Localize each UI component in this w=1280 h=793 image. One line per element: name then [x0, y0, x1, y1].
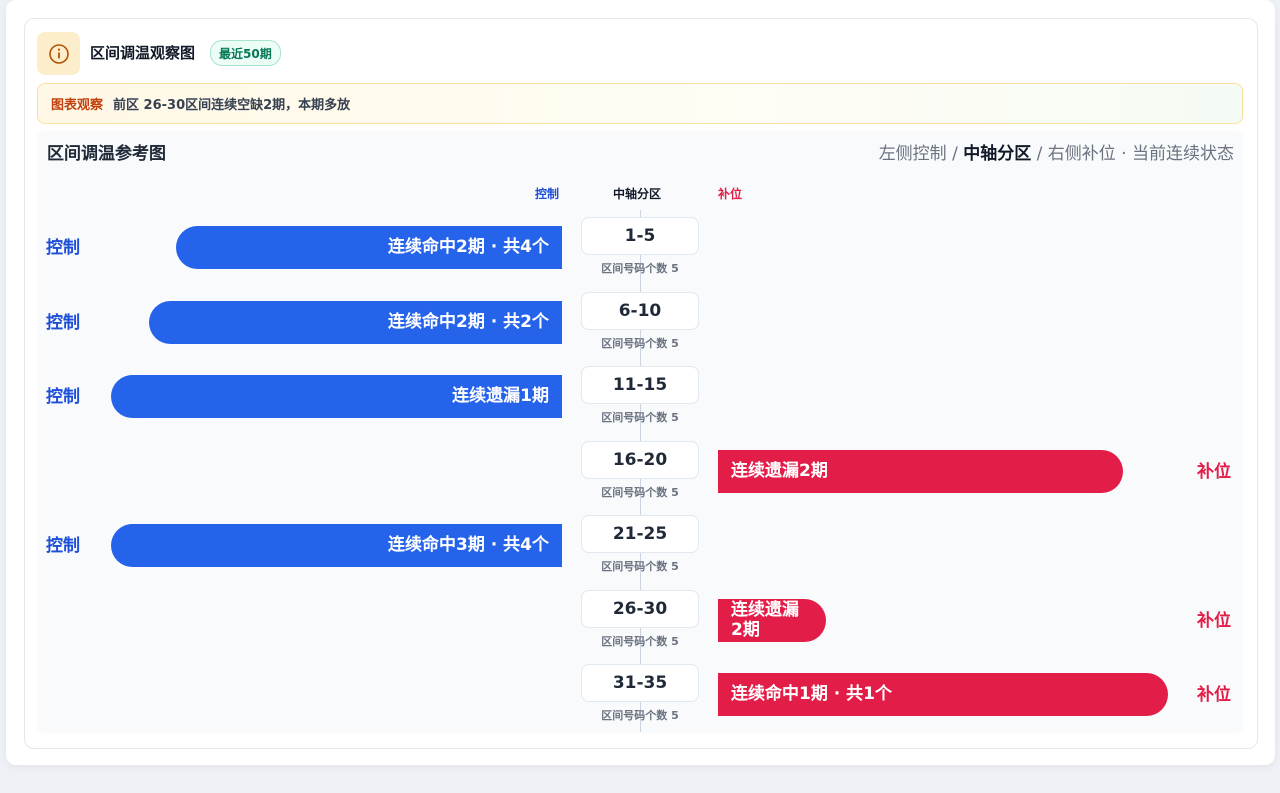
fill-side-label: 补位 — [1197, 461, 1231, 482]
zone-range-label: 16-20 — [581, 440, 699, 479]
control-side-label: 控制 — [46, 387, 80, 407]
fill-side-label: 补位 — [1197, 610, 1231, 631]
zone-range-label: 6-10 — [581, 291, 699, 330]
zone-row: 1-5 区间号码个数 5 连续命中2期 · 共4个 控制 — [0, 216, 1280, 290]
legend-left: 左侧控制 — [878, 144, 947, 164]
zone-row: 6-10 区间号码个数 5 连续命中2期 · 共2个 控制 — [0, 291, 1280, 365]
observation-banner: 图表观察 前区 26-30区间连续空缺2期，本期多放 — [37, 83, 1243, 124]
zone-row: 21-25 区间号码个数 5 连续命中3期 · 共4个 控制 — [0, 514, 1280, 588]
zone-count-label: 区间号码个数 5 — [601, 336, 679, 350]
bar-label: 连续命中2期 · 共4个 — [388, 237, 549, 257]
zone-range-label: 31-35 — [581, 664, 699, 702]
observation-label: 图表观察 — [51, 98, 104, 113]
zone-count-label: 区间号码个数 5 — [601, 634, 679, 648]
zone-count-label: 区间号码个数 5 — [601, 709, 679, 722]
zone-row: 26-30 区间号码个数 5 连续遗漏2期 补位 — [0, 589, 1280, 663]
legend-state: 当前连续状态 — [1132, 144, 1234, 164]
control-bar: 连续命中2期 · 共2个 — [149, 300, 562, 344]
bar-label: 连续遗漏1期 — [452, 386, 549, 406]
column-header-fill: 补位 — [718, 187, 743, 201]
legend-center: 中轴分区 — [963, 144, 1032, 164]
control-bar: 连续遗漏1期 — [111, 375, 562, 418]
fill-bar: 连续遗漏2期 — [718, 598, 826, 642]
column-header-control: 控制 — [535, 187, 560, 201]
control-bar: 连续命中2期 · 共4个 — [176, 226, 562, 269]
zone-range-label: 11-15 — [581, 366, 699, 404]
card-title: 区间调温观察图 — [90, 44, 196, 62]
zone-count-label: 区间号码个数 5 — [601, 485, 679, 499]
zone-count-label: 区间号码个数 5 — [601, 560, 679, 573]
zone-row: 31-35 区间号码个数 5 连续命中1期 · 共1个 补位 — [0, 663, 1280, 737]
control-side-label: 控制 — [46, 536, 80, 556]
chart-legend: 左侧控制 / 中轴分区 / 右侧补位 · 当前连续状态 — [879, 143, 1234, 165]
column-header-axis: 中轴分区 — [613, 187, 662, 201]
bar-label: 连续遗漏2期 — [731, 600, 799, 640]
control-side-label: 控制 — [46, 238, 80, 258]
fill-side-label: 补位 — [1197, 685, 1231, 705]
legend-sep: / — [946, 144, 964, 164]
zone-range-label: 21-25 — [581, 515, 699, 553]
legend-right: 右侧补位 — [1047, 144, 1116, 164]
zone-range-label: 1-5 — [581, 217, 699, 255]
zone-count-label: 区间号码个数 5 — [601, 262, 679, 275]
bar-label: 连续命中2期 · 共2个 — [388, 311, 549, 332]
zone-range-label: 26-30 — [581, 589, 699, 628]
zone-count-label: 区间号码个数 5 — [601, 411, 679, 424]
bar-label: 连续命中3期 · 共4个 — [388, 535, 549, 555]
panel-title: 区间调温参考图 — [47, 144, 166, 164]
fill-bar: 连续遗漏2期 — [718, 449, 1123, 493]
legend-sep: / — [1031, 144, 1048, 164]
bar-label: 连续遗漏2期 — [731, 460, 828, 481]
fill-bar: 连续命中1期 · 共1个 — [718, 673, 1168, 716]
zone-row: 11-15 区间号码个数 5 连续遗漏1期 控制 — [0, 365, 1280, 439]
info-icon — [37, 32, 80, 75]
bar-label: 连续命中1期 · 共1个 — [731, 684, 892, 704]
observation-text: 前区 26-30区间连续空缺2期，本期多放 — [113, 98, 351, 113]
period-badge: 最近50期 — [210, 40, 281, 66]
control-bar: 连续命中3期 · 共4个 — [111, 524, 562, 567]
zone-row: 16-20 区间号码个数 5 连续遗漏2期 补位 — [0, 440, 1280, 514]
legend-dot: · — [1115, 144, 1132, 164]
control-side-label: 控制 — [46, 312, 80, 333]
